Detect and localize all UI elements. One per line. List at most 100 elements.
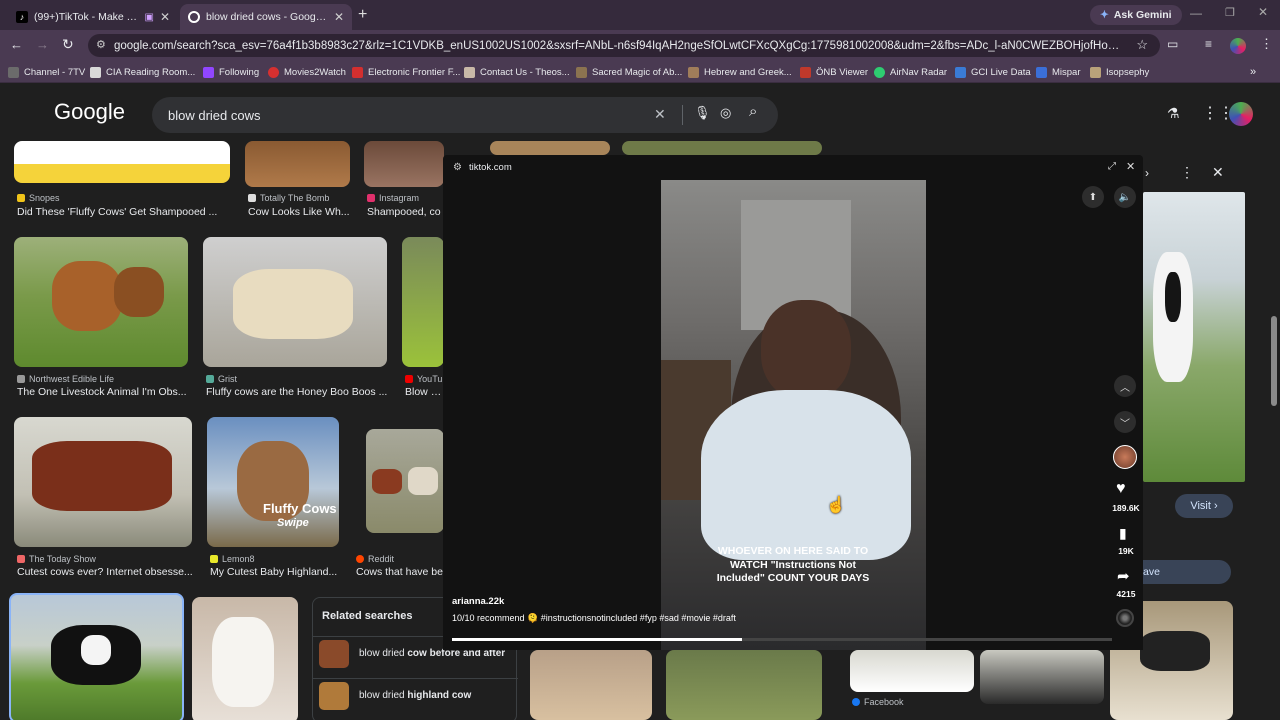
- media-controls-icon[interactable]: ≡: [1205, 37, 1212, 51]
- result-image[interactable]: [364, 141, 444, 187]
- browser-menu-icon[interactable]: ⋮: [1260, 36, 1273, 52]
- bookmark-star-icon[interactable]: ☆: [1136, 37, 1148, 53]
- share-icon[interactable]: ➦: [1117, 567, 1130, 585]
- bookmark-label: Contact Us - Theos...: [480, 66, 570, 78]
- creator-username[interactable]: arianna.22k: [452, 596, 504, 607]
- result-caption[interactable]: Cows that have be: [356, 566, 443, 578]
- forward-button[interactable]: →: [36, 37, 49, 52]
- result-image[interactable]: [980, 650, 1104, 704]
- search-icon[interactable]: ⌕: [749, 103, 757, 120]
- bookmark-item[interactable]: GCI Live Data: [955, 64, 1031, 80]
- bookmark-item[interactable]: Sacred Magic of Ab...: [576, 64, 682, 80]
- preview-image[interactable]: [1143, 192, 1245, 482]
- result-caption[interactable]: The One Livestock Animal I'm Obs...: [17, 386, 189, 398]
- result-image[interactable]: [366, 429, 444, 533]
- labs-icon[interactable]: ⚗: [1167, 105, 1180, 122]
- result-image[interactable]: [245, 141, 350, 187]
- result-image[interactable]: [530, 650, 652, 720]
- result-caption[interactable]: Cow Looks Like Wh...: [248, 206, 353, 218]
- close-pip-icon[interactable]: ✕: [1126, 160, 1135, 173]
- bookmark-item[interactable]: Movies2Watch: [268, 64, 346, 80]
- bookmark-item[interactable]: Channel - 7TV: [8, 64, 85, 80]
- close-tab-icon[interactable]: ✕: [334, 10, 344, 24]
- bookmarks-overflow-icon[interactable]: »: [1250, 64, 1256, 80]
- video-progress-bar[interactable]: [452, 638, 1112, 641]
- result-image-selected[interactable]: [9, 593, 184, 720]
- lens-icon[interactable]: ◎: [720, 105, 731, 121]
- preview-prev-icon[interactable]: ›: [1145, 166, 1149, 180]
- result-image[interactable]: [666, 650, 822, 720]
- previous-video-icon[interactable]: ︿: [1114, 375, 1136, 397]
- preview-close-icon[interactable]: ✕: [1212, 164, 1224, 181]
- clear-search-icon[interactable]: ✕: [654, 106, 666, 123]
- result-image[interactable]: Fluffy Cows Swipe: [207, 417, 339, 547]
- visit-button[interactable]: Visit ›: [1175, 494, 1233, 518]
- reload-button[interactable]: ↻: [62, 36, 74, 53]
- maximize-button[interactable]: ❐: [1225, 6, 1235, 19]
- scrollbar-thumb[interactable]: [1271, 316, 1277, 406]
- result-caption[interactable]: Cutest cows ever? Internet obsesse...: [17, 566, 193, 578]
- result-image[interactable]: [192, 597, 298, 720]
- bookmark-icon[interactable]: ▮: [1119, 525, 1127, 542]
- new-tab-button[interactable]: +: [358, 6, 367, 24]
- tab-title: blow dried cows - Google Search: [206, 11, 328, 23]
- search-box[interactable]: blow dried cows ✕ 🎙 ◎ ⌕: [152, 97, 778, 133]
- result-image[interactable]: [402, 237, 444, 367]
- bookmark-label: Channel - 7TV: [24, 66, 86, 78]
- tab-google[interactable]: blow dried cows - Google Search ✕: [180, 4, 352, 30]
- bookmark-item[interactable]: Electronic Frontier F...: [352, 64, 460, 80]
- site-info-icon[interactable]: ⚙: [96, 38, 106, 51]
- related-searches-title: Related searches: [322, 610, 413, 622]
- bookmark-favicon-icon: [203, 66, 214, 78]
- cast-icon[interactable]: ▭: [1167, 37, 1178, 51]
- like-icon[interactable]: ♥: [1116, 480, 1126, 498]
- bookmark-item[interactable]: Contact Us - Theos...: [464, 64, 570, 80]
- save-button[interactable]: ave: [1143, 560, 1231, 584]
- upload-icon[interactable]: ⬆: [1082, 186, 1104, 208]
- ask-gemini-button[interactable]: ✦ Ask Gemini: [1090, 5, 1182, 25]
- bookmark-item[interactable]: Mispar: [1036, 64, 1081, 80]
- close-tab-icon[interactable]: ✕: [160, 10, 170, 24]
- result-caption[interactable]: Blow Dry: [405, 386, 443, 398]
- result-caption[interactable]: Fluffy cows are the Honey Boo Boos ...: [206, 386, 388, 398]
- bookmark-item[interactable]: Hebrew and Greek...: [688, 64, 792, 80]
- result-image[interactable]: [850, 650, 974, 692]
- result-image[interactable]: [490, 141, 610, 155]
- close-window-button[interactable]: ✕: [1258, 5, 1268, 19]
- page-scrollbar[interactable]: [1270, 161, 1278, 706]
- result-image[interactable]: [14, 141, 230, 183]
- result-source: Instagram: [367, 193, 419, 203]
- bookmark-item[interactable]: CIA Reading Room...: [90, 64, 195, 80]
- result-caption[interactable]: My Cutest Baby Highland...: [210, 566, 340, 578]
- result-caption[interactable]: Did These 'Fluffy Cows' Get Shampooed ..…: [17, 206, 227, 218]
- bookmark-item[interactable]: Following: [203, 64, 259, 80]
- result-caption[interactable]: Shampooed, co: [367, 206, 443, 218]
- account-avatar[interactable]: [1229, 102, 1253, 126]
- bookmark-item[interactable]: ÖNB Viewer: [800, 64, 868, 80]
- back-to-tab-icon[interactable]: ⤢: [1108, 161, 1116, 172]
- bookmark-item[interactable]: AirNav Radar: [874, 64, 947, 80]
- tab-tiktok[interactable]: ♪ (99+)TikTok - Make Your Day ▣ ✕: [8, 4, 178, 30]
- bookmark-favicon-icon: [1090, 66, 1101, 78]
- minimize-button[interactable]: —: [1190, 6, 1202, 20]
- related-search-item[interactable]: blow dried highland cow: [313, 678, 518, 712]
- volume-icon[interactable]: 🔈: [1114, 186, 1136, 208]
- next-video-icon[interactable]: ﹀: [1114, 411, 1136, 433]
- pip-settings-icon[interactable]: ⚙: [453, 162, 462, 173]
- result-image[interactable]: [14, 237, 188, 367]
- bookmark-item[interactable]: Isopsephy: [1090, 64, 1149, 80]
- google-logo[interactable]: Google: [54, 99, 125, 125]
- back-button[interactable]: ←: [10, 37, 23, 52]
- preview-more-icon[interactable]: ⋮: [1180, 164, 1194, 181]
- address-bar[interactable]: ⚙ google.com/search?sca_esv=76a4f1b3b898…: [88, 34, 1160, 57]
- video-frame[interactable]: WHOEVER ON HERE SAID TO WATCH "Instructi…: [661, 180, 926, 650]
- result-image[interactable]: [622, 141, 822, 155]
- search-input[interactable]: blow dried cows: [168, 108, 261, 123]
- result-image[interactable]: [203, 237, 387, 367]
- creator-avatar[interactable]: [1113, 445, 1137, 469]
- result-image[interactable]: [14, 417, 192, 547]
- microphone-icon[interactable]: 🎙: [694, 105, 711, 121]
- bookmark-favicon-icon: [8, 66, 19, 78]
- music-disc-icon[interactable]: [1116, 609, 1134, 627]
- profile-avatar[interactable]: [1230, 38, 1246, 54]
